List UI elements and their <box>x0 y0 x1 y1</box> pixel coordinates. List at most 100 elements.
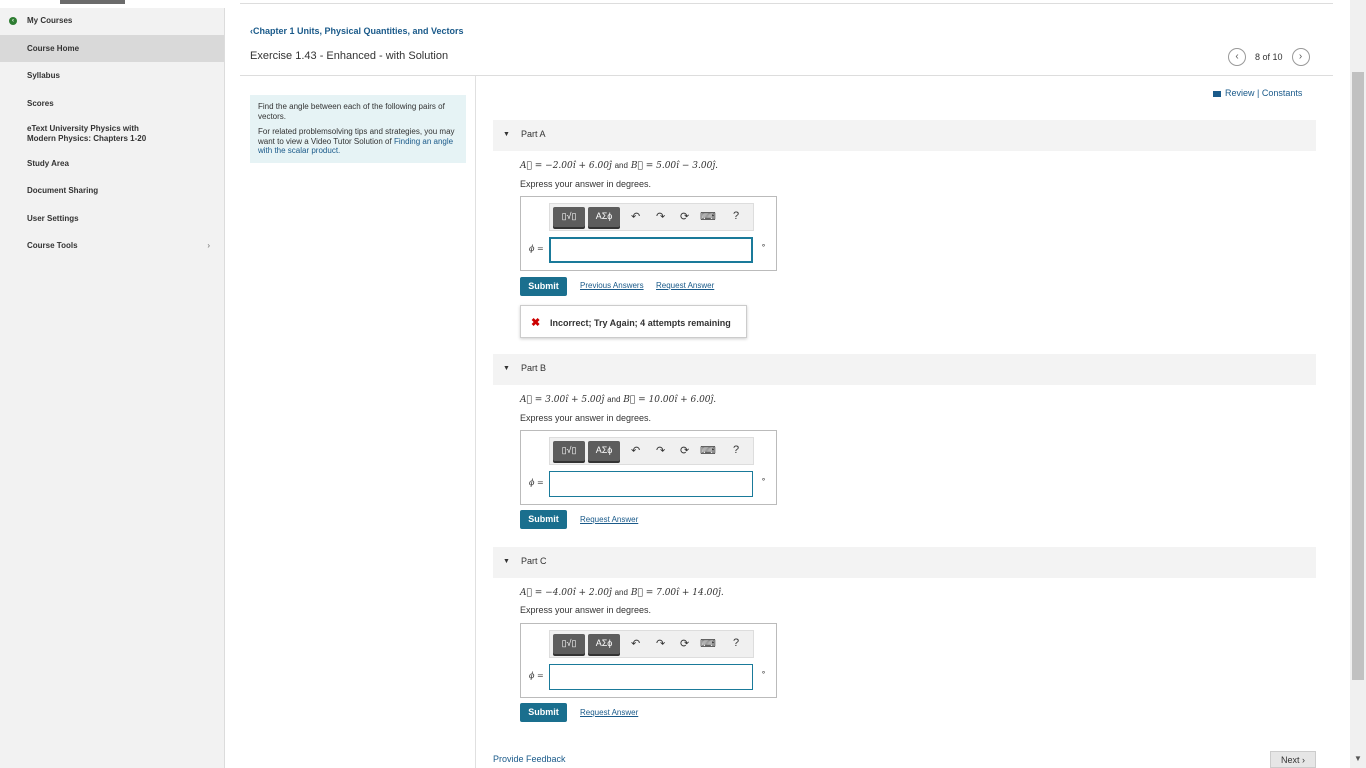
sidebar-item-document-sharing[interactable]: Document Sharing <box>0 186 224 195</box>
chapter-breadcrumb-label: Chapter 1 Units, Physical Quantities, an… <box>253 26 464 36</box>
help-icon[interactable]: ? <box>733 637 739 649</box>
sidebar-item-label: Study Area <box>27 159 69 168</box>
sidebar-item-syllabus[interactable]: Syllabus <box>0 71 224 80</box>
part-c-instruction: Express your answer in degrees. <box>520 605 652 615</box>
part-c-eq-a: A⃗ = −4.00î + 2.00ĵ <box>520 588 612 598</box>
feedback-message: ✖ Incorrect; Try Again; 4 attempts remai… <box>520 305 747 338</box>
reset-icon[interactable]: ⟳ <box>680 210 689 223</box>
math-toolbar: ▯√▯ ΑΣϕ ↶ ↷ ⟳ ⌨ ? <box>549 630 754 658</box>
part-b-answer-box: ▯√▯ ΑΣϕ ↶ ↷ ⟳ ⌨ ? ϕ = ∘ <box>520 430 777 505</box>
sidebar-item-label: Course Home <box>27 44 80 53</box>
review-constants: Review | Constants <box>1213 88 1302 98</box>
book-icon <box>1213 90 1221 97</box>
prev-item-button[interactable]: ‹ <box>1228 48 1246 66</box>
next-item-button[interactable]: › <box>1291 48 1310 66</box>
column-divider <box>475 76 476 768</box>
part-a-answer-input[interactable] <box>549 237 753 263</box>
scrollbar-thumb[interactable] <box>1352 72 1364 680</box>
intro-tips: For related problemsolving tips and stra… <box>258 127 458 156</box>
help-icon[interactable]: ? <box>733 444 739 456</box>
feedback-text: Incorrect; Try Again; 4 attempts remaini… <box>550 318 731 328</box>
sidebar-item-course-tools[interactable]: Course Tools › <box>0 241 224 250</box>
part-a-request-answer-link[interactable]: Request Answer <box>656 281 714 290</box>
part-b-and: and <box>607 395 621 404</box>
part-c-answer-input[interactable] <box>549 664 753 690</box>
part-b-instruction: Express your answer in degrees. <box>520 413 652 423</box>
intro-box: Find the angle between each of the follo… <box>250 95 466 163</box>
redo-icon[interactable]: ↷ <box>656 210 665 223</box>
pager-count: 8 of 10 <box>1255 52 1283 62</box>
symbols-button[interactable]: ΑΣϕ <box>588 207 620 227</box>
keyboard-icon[interactable]: ⌨ <box>700 210 716 223</box>
sidebar-top-bar <box>0 0 225 8</box>
collapse-triangle-icon: ▼ <box>503 558 510 565</box>
sidebar: ‹ My Courses Course Home Syllabus Scores… <box>0 0 225 768</box>
next-button[interactable]: Next › <box>1270 751 1316 768</box>
reset-icon[interactable]: ⟳ <box>680 637 689 650</box>
part-a-and: and <box>614 161 628 170</box>
part-c-label: Part C <box>521 556 547 566</box>
templates-button[interactable]: ▯√▯ <box>553 207 585 227</box>
provide-feedback-link[interactable]: Provide Feedback <box>493 754 566 764</box>
part-a-eq-b: B⃗ = 5.00î − 3.00ĵ. <box>630 161 718 171</box>
keyboard-icon[interactable]: ⌨ <box>700 444 716 457</box>
chevron-right-icon: › <box>207 241 210 250</box>
symbols-button[interactable]: ΑΣϕ <box>588 634 620 654</box>
part-c-eq-b: B⃗ = 7.00î + 14.00ĵ. <box>630 588 724 598</box>
phi-label: ϕ = <box>529 244 544 253</box>
symbols-button[interactable]: ΑΣϕ <box>588 441 620 461</box>
reset-icon[interactable]: ⟳ <box>680 444 689 457</box>
part-b-answer-input[interactable] <box>549 471 753 497</box>
part-b-eq-b: B⃗ = 10.00î + 6.00ĵ. <box>623 395 717 405</box>
degree-unit: ∘ <box>761 475 767 484</box>
sidebar-item-user-settings[interactable]: User Settings <box>0 214 224 223</box>
constants-link[interactable]: Constants <box>1262 88 1303 98</box>
part-a-header[interactable]: ▼ Part A <box>493 120 1316 151</box>
part-b-submit-button[interactable]: Submit <box>520 510 567 529</box>
part-b-header[interactable]: ▼ Part B <box>493 354 1316 385</box>
part-a-submit-button[interactable]: Submit <box>520 277 567 296</box>
sidebar-item-scores[interactable]: Scores <box>0 99 224 108</box>
part-c-submit-button[interactable]: Submit <box>520 703 567 722</box>
top-divider <box>240 3 1333 4</box>
keyboard-icon[interactable]: ⌨ <box>700 637 716 650</box>
sidebar-item-label: eText University Physics with Modern Phy… <box>27 124 147 143</box>
part-b-request-answer-link[interactable]: Request Answer <box>580 515 638 524</box>
sidebar-item-study-area[interactable]: Study Area <box>0 159 224 168</box>
previous-answers-link[interactable]: Previous Answers <box>580 281 644 290</box>
redo-icon[interactable]: ↷ <box>656 637 665 650</box>
incorrect-x-icon: ✖ <box>531 317 541 329</box>
degree-unit: ∘ <box>761 241 767 250</box>
page-title: Exercise 1.43 - Enhanced - with Solution <box>250 50 449 62</box>
back-arrow-icon: ‹ <box>9 17 17 25</box>
math-toolbar: ▯√▯ ΑΣϕ ↶ ↷ ⟳ ⌨ ? <box>549 437 754 465</box>
sidebar-my-courses-label: My Courses <box>27 16 73 25</box>
degree-unit: ∘ <box>761 668 767 677</box>
part-c-header[interactable]: ▼ Part C <box>493 547 1316 578</box>
sidebar-item-etext[interactable]: eText University Physics with Modern Phy… <box>0 124 160 144</box>
part-c-request-answer-link[interactable]: Request Answer <box>580 708 638 717</box>
header-divider <box>240 75 1333 76</box>
sidebar-item-label: Syllabus <box>27 71 60 80</box>
help-icon[interactable]: ? <box>733 210 739 222</box>
scrollbar[interactable]: ▼ <box>1350 0 1366 768</box>
part-b-label: Part B <box>521 363 547 373</box>
sidebar-item-course-home[interactable]: Course Home <box>0 35 224 62</box>
phi-label: ϕ = <box>529 671 544 680</box>
scroll-down-icon[interactable]: ▼ <box>1354 754 1362 763</box>
pager: ‹ 8 of 10 › <box>1228 47 1310 67</box>
chapter-breadcrumb[interactable]: ‹Chapter 1 Units, Physical Quantities, a… <box>250 26 464 36</box>
sidebar-my-courses[interactable]: ‹ My Courses <box>0 16 224 25</box>
undo-icon[interactable]: ↶ <box>631 210 640 223</box>
part-a-equation: A⃗ = −2.00î + 6.00ĵ and B⃗ = 5.00î − 3.0… <box>520 161 718 171</box>
undo-icon[interactable]: ↶ <box>631 444 640 457</box>
math-toolbar: ▯√▯ ΑΣϕ ↶ ↷ ⟳ ⌨ ? <box>549 203 754 231</box>
templates-button[interactable]: ▯√▯ <box>553 441 585 461</box>
part-a-eq-a: A⃗ = −2.00î + 6.00ĵ <box>520 161 612 171</box>
redo-icon[interactable]: ↷ <box>656 444 665 457</box>
sidebar-item-label: Document Sharing <box>27 186 99 195</box>
review-link[interactable]: Review <box>1225 88 1255 98</box>
undo-icon[interactable]: ↶ <box>631 637 640 650</box>
templates-button[interactable]: ▯√▯ <box>553 634 585 654</box>
collapse-triangle-icon: ▼ <box>503 131 510 138</box>
